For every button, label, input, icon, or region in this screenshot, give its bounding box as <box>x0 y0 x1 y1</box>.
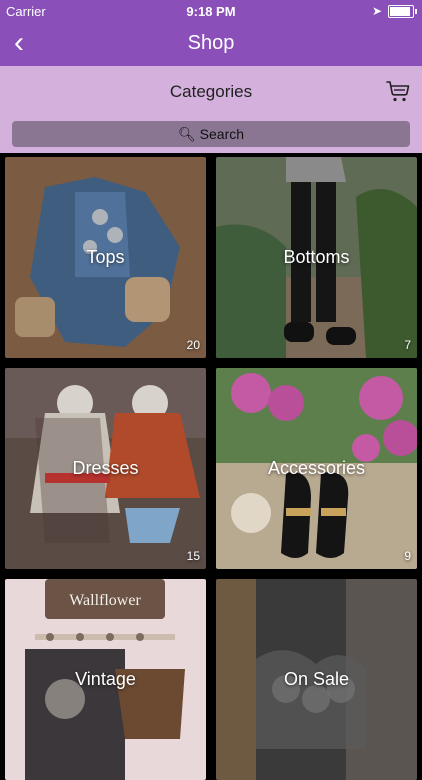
tile-label: Accessories <box>267 458 366 478</box>
cart-icon[interactable] <box>386 79 410 103</box>
search-icon: 🔍︎ <box>177 126 196 142</box>
battery-icon <box>388 5 417 18</box>
tile-count: 15 <box>186 549 200 563</box>
category-grid: Tops 20 Bottoms 7 Dresses 15 Accessories… <box>0 153 422 780</box>
nav-bar: ‹ Shop <box>0 22 422 66</box>
tile-count: 7 <box>404 338 411 352</box>
tile-label: Bottoms <box>283 247 350 267</box>
category-tile-tops[interactable]: Tops 20 <box>5 157 206 358</box>
status-time: 9:18 PM <box>186 4 236 19</box>
page-title: Shop <box>187 32 235 54</box>
tile-label: Dresses <box>72 458 139 478</box>
tile-count: 20 <box>186 338 200 352</box>
tile-label: Vintage <box>75 669 136 689</box>
category-tile-bottoms[interactable]: Bottoms 7 <box>216 157 417 358</box>
tile-label: On Sale <box>283 669 350 689</box>
search-placeholder: Search <box>199 126 245 142</box>
location-icon: ➤ <box>371 4 382 18</box>
tile-label: Tops <box>86 247 125 267</box>
category-tile-accessories[interactable]: Accessories 9 <box>216 368 417 569</box>
svg-text:Wallflower: Wallflower <box>69 592 141 609</box>
status-bar: Carrier 9:18 PM ➤ <box>0 0 422 22</box>
category-tile-dresses[interactable]: Dresses 15 <box>5 368 206 569</box>
search-input[interactable]: 🔍︎ Search <box>12 121 410 147</box>
categories-header: Categories 🔍︎ Search <box>0 66 422 153</box>
tile-count: 9 <box>404 549 411 563</box>
categories-title: Categories <box>169 82 253 101</box>
